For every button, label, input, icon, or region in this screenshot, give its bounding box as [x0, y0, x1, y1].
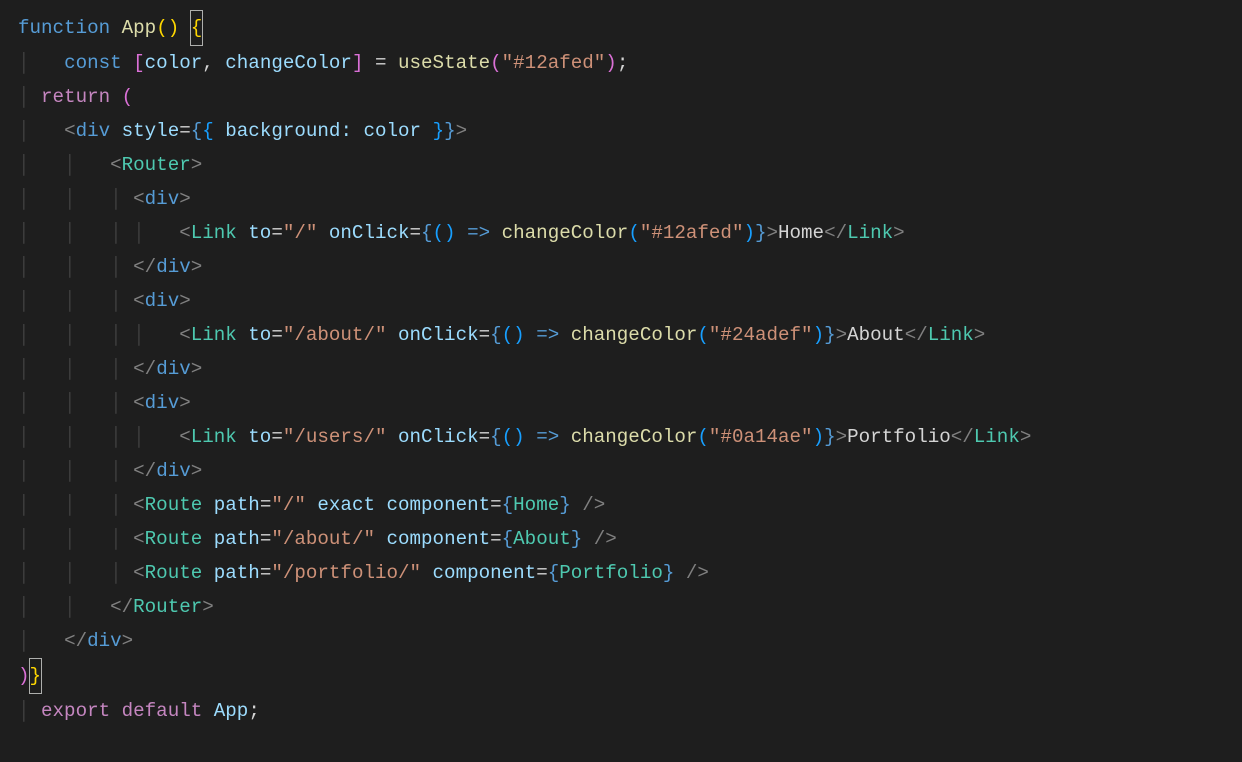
- color-portfolio: "#0a14ae": [709, 426, 813, 448]
- prop-background: background: [225, 120, 340, 142]
- to-users: "/users/": [283, 426, 387, 448]
- fn-App: App: [122, 17, 157, 39]
- tag-Link-home: Link: [191, 222, 237, 244]
- kw-function: function: [18, 17, 110, 39]
- comp-Portfolio: Portfolio: [559, 562, 663, 584]
- to-home: "/": [283, 222, 318, 244]
- str-initial-color: "#12afed": [502, 52, 606, 74]
- tag-div: div: [76, 120, 111, 142]
- var-color-ref: color: [363, 120, 421, 142]
- comp-Home: Home: [513, 494, 559, 516]
- kw-return: return: [41, 86, 110, 108]
- comp-About: About: [513, 528, 571, 550]
- kw-default: default: [122, 700, 203, 722]
- tag-Router: Router: [122, 154, 191, 176]
- attr-exact: exact: [317, 494, 375, 516]
- var-color: color: [145, 52, 203, 74]
- route-path-3: "/portfolio/": [271, 562, 421, 584]
- var-changeColor: changeColor: [225, 52, 352, 74]
- tag-Link-portfolio: Link: [191, 426, 237, 448]
- to-about: "/about/": [283, 324, 387, 346]
- fn-useState: useState: [398, 52, 490, 74]
- color-about: "#24adef": [709, 324, 813, 346]
- link-text-home: Home: [778, 222, 824, 244]
- code-editor[interactable]: function App() { │ const [color, changeC…: [0, 0, 1242, 738]
- attr-style: style: [122, 120, 180, 142]
- link-text-portfolio: Portfolio: [847, 426, 951, 448]
- color-home: "#12afed": [640, 222, 744, 244]
- tag-Route-1: Route: [145, 494, 203, 516]
- tag-Link-about: Link: [191, 324, 237, 346]
- route-path-2: "/about/": [271, 528, 375, 550]
- route-path-1: "/": [271, 494, 306, 516]
- tag-Route-3: Route: [145, 562, 203, 584]
- link-text-about: About: [847, 324, 905, 346]
- kw-const: const: [64, 52, 122, 74]
- tag-Route-2: Route: [145, 528, 203, 550]
- export-App: App: [214, 700, 249, 722]
- kw-export: export: [41, 700, 110, 722]
